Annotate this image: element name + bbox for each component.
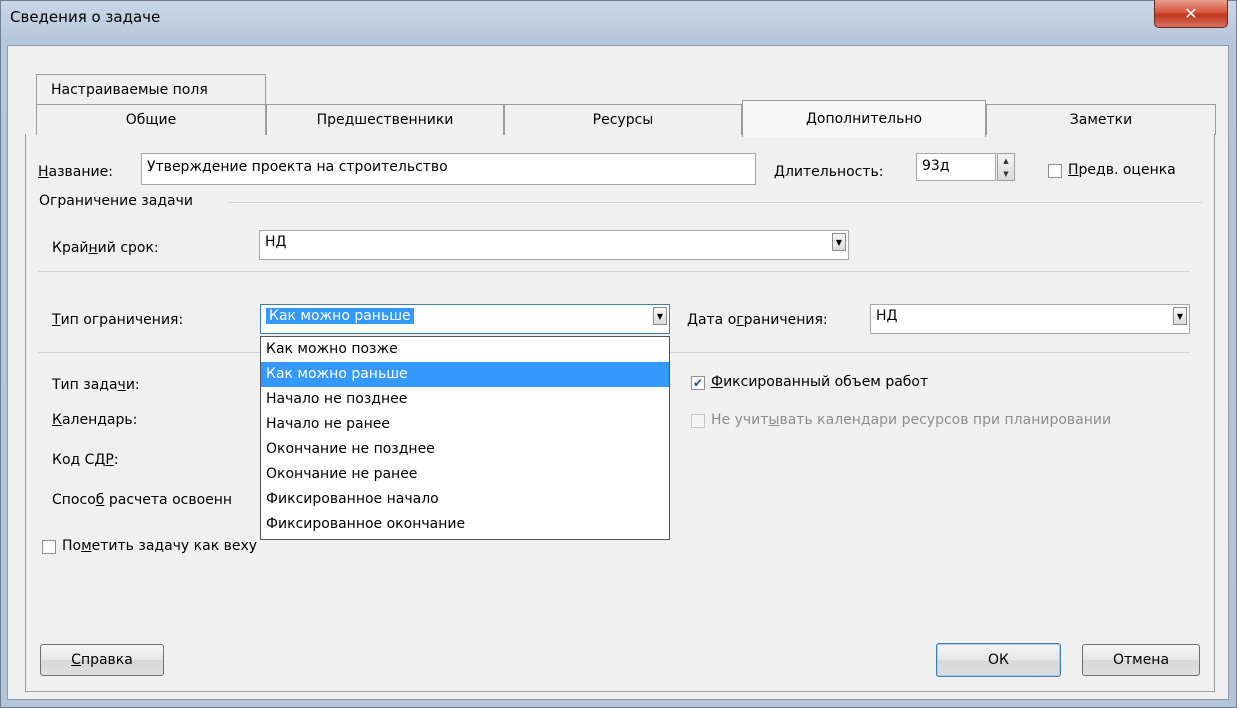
ok-button-label: ОК [988, 652, 1009, 668]
name-label: Название: [38, 164, 113, 180]
tab-advanced[interactable]: Дополнительно [742, 100, 986, 137]
dropdown-option[interactable]: Фиксированное окончание [261, 512, 669, 537]
dropdown-option[interactable]: Как можно позже [261, 337, 669, 362]
deadline-label: Крайний срок: [52, 240, 159, 256]
dropdown-option[interactable]: Фиксированное начало [261, 487, 669, 512]
ignore-calendars-checkbox[interactable] [691, 414, 705, 428]
calendar-label: Календарь: [52, 412, 138, 428]
tab-label: Дополнительно [805, 111, 923, 127]
tab-label: Настраиваемые поля [51, 81, 208, 98]
constraint-group-title: Ограничение задачи [39, 193, 193, 209]
tab-custom-fields[interactable]: Настраиваемые поля [36, 74, 266, 104]
cancel-button[interactable]: Отмена [1082, 644, 1200, 676]
tab-predecessors[interactable]: Предшественники [266, 104, 504, 135]
deadline-value: НД [265, 234, 287, 250]
cancel-button-label: Отмена [1112, 652, 1170, 668]
dropdown-option[interactable]: Окончание не позднее [261, 437, 669, 462]
help-button-label: Справка [71, 652, 133, 668]
chevron-down-icon[interactable]: ▼ [832, 233, 846, 251]
constraint-date-value: НД [876, 308, 898, 324]
earned-value-label: Способ расчета освоенн [52, 492, 233, 508]
tab-notes[interactable]: Заметки [986, 104, 1216, 135]
task-type-label: Тип задачи: [52, 377, 140, 393]
tab-label: Предшественники [316, 112, 454, 128]
duration-input[interactable]: 93д [916, 153, 996, 181]
effort-driven-label: Фиксированный объем работ [711, 374, 929, 390]
dropdown-option[interactable]: Начало не ранее [261, 412, 669, 437]
constraint-date-select[interactable]: НД ▼ [870, 304, 1190, 334]
spin-up-icon: ▲ [1003, 156, 1009, 165]
estimate-checkbox[interactable] [1048, 164, 1062, 178]
effort-driven-checkbox[interactable]: ✔ [691, 376, 705, 390]
tab-label: Заметки [1069, 112, 1133, 128]
tab-general[interactable]: Общие [36, 104, 266, 135]
constraint-type-value: Как можно раньше [266, 308, 414, 324]
ignore-calendars-label: Не учитывать календари ресурсов при план… [711, 412, 1112, 428]
help-button[interactable]: Справка [40, 644, 164, 676]
divider [38, 271, 1190, 272]
chevron-down-icon[interactable]: ▼ [1173, 307, 1187, 325]
chevron-down-icon[interactable]: ▼ [653, 307, 667, 325]
ok-button[interactable]: ОК [936, 643, 1061, 677]
constraint-type-select[interactable]: Как можно раньше ▼ [260, 304, 670, 334]
tab-label: Ресурсы [592, 112, 654, 128]
group-divider [228, 202, 1202, 203]
constraint-date-label: Дата ограничения: [687, 312, 828, 328]
milestone-label: Пометить задачу как вехy [62, 538, 258, 554]
close-button[interactable]: ✕ [1154, 0, 1228, 28]
deadline-select[interactable]: НД ▼ [259, 230, 849, 260]
wbs-label: Код СДР: [52, 452, 119, 468]
spin-down-icon: ▼ [1003, 169, 1009, 178]
dropdown-option[interactable]: Начало не позднее [261, 387, 669, 412]
window-title: Сведения о задаче [10, 8, 161, 26]
constraint-type-dropdown-list: Как можно позже Как можно раньше Начало … [260, 336, 670, 540]
dropdown-option-highlighted[interactable]: Как можно раньше [261, 362, 669, 387]
dropdown-option[interactable]: Окончание не ранее [261, 462, 669, 487]
name-input[interactable]: Утверждение проекта на строительство [141, 153, 756, 185]
estimate-label: Предв. оценка [1068, 162, 1176, 178]
tab-label: Общие [125, 112, 177, 128]
milestone-checkbox[interactable] [42, 540, 56, 554]
close-icon: ✕ [1184, 4, 1198, 23]
duration-label: Длительность: [774, 164, 884, 180]
constraint-type-label: Тип ограничения: [52, 312, 184, 328]
checkmark-icon: ✔ [692, 376, 704, 390]
duration-spinner[interactable]: ▲ ▼ [997, 153, 1015, 181]
tab-resources[interactable]: Ресурсы [504, 104, 742, 135]
